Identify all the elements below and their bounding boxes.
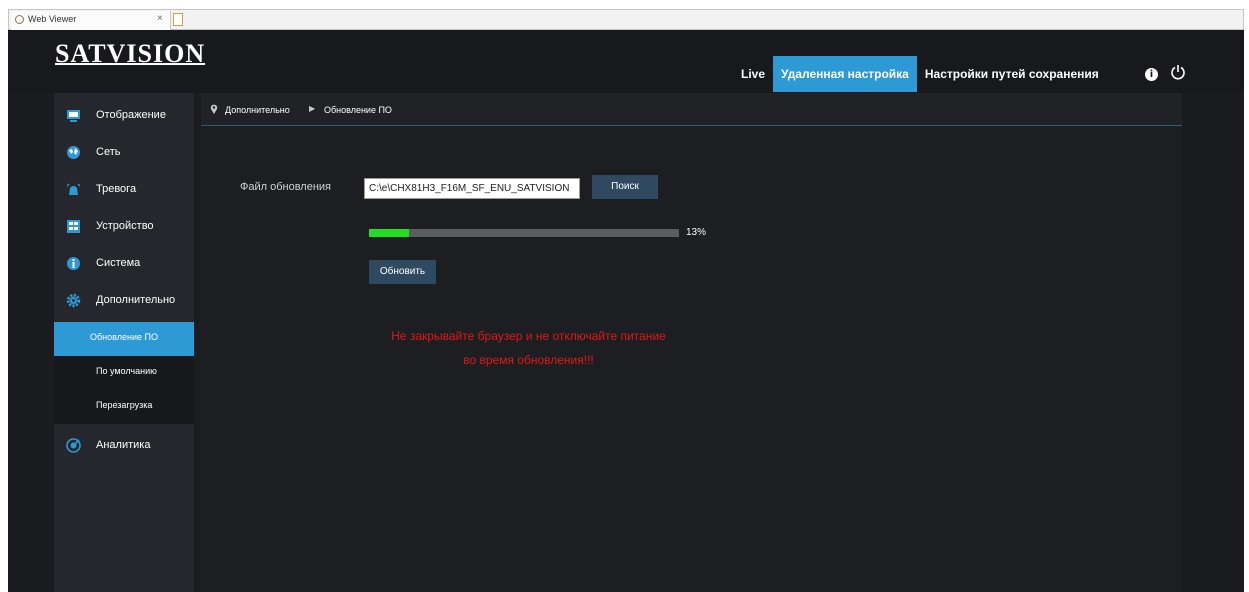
browser-tab-strip: Web Viewer × bbox=[8, 9, 1244, 30]
sidebar-subitem-default[interactable]: По умолчанию bbox=[54, 356, 194, 390]
sidebar-item-label: Сеть bbox=[96, 146, 121, 158]
device-icon bbox=[67, 220, 80, 233]
sidebar-item-display[interactable]: Отображение bbox=[54, 98, 194, 134]
web-viewer-app: SATVISION Live Удаленная настройка Настр… bbox=[8, 30, 1244, 592]
info-icon[interactable]: i bbox=[1145, 68, 1158, 81]
nav-remote-settings[interactable]: Удаленная настройка bbox=[773, 56, 917, 92]
sidebar-subitem-upgrade[interactable]: Обновление ПО bbox=[54, 322, 194, 356]
sidebar-item-device[interactable]: Устройство bbox=[54, 209, 194, 245]
browser-tab[interactable]: Web Viewer × bbox=[11, 11, 171, 30]
sidebar-item-label: Аналитика bbox=[96, 439, 151, 451]
sidebar-item-network[interactable]: Сеть bbox=[54, 135, 194, 171]
sidebar-item-label: Система bbox=[96, 257, 141, 269]
file-label: Файл обновления bbox=[240, 181, 332, 193]
gear-icon bbox=[66, 293, 81, 308]
upgrade-warning-line2: во время обновления!!! bbox=[463, 353, 594, 367]
main-content: Дополнительно ▶ Обновление ПО Файл обнов… bbox=[201, 93, 1182, 592]
sidebar-item-label: Тревога bbox=[96, 183, 137, 195]
top-header: SATVISION Live Удаленная настройка Настр… bbox=[8, 30, 1244, 93]
alarm-bell-icon bbox=[66, 183, 81, 195]
browse-button[interactable]: Поиск bbox=[592, 175, 658, 199]
breadcrumb-parent[interactable]: Дополнительно bbox=[225, 105, 290, 115]
sidebar-item-analytics[interactable]: Аналитика bbox=[54, 428, 194, 464]
breadcrumb: Дополнительно ▶ Обновление ПО bbox=[201, 93, 1182, 126]
file-path-input[interactable] bbox=[364, 178, 580, 199]
new-tab-icon[interactable] bbox=[173, 13, 183, 26]
upgrade-warning-line1: Не закрывайте браузер и не отключайте пи… bbox=[391, 329, 666, 343]
main-nav: Live Удаленная настройка Настройки путей… bbox=[733, 56, 1107, 92]
sidebar-subitem-reboot[interactable]: Перезагрузка bbox=[54, 390, 194, 424]
power-icon[interactable] bbox=[1170, 64, 1186, 80]
breadcrumb-current: Обновление ПО bbox=[324, 105, 392, 115]
analytics-icon bbox=[66, 438, 81, 453]
nav-live[interactable]: Live bbox=[733, 56, 773, 92]
tab-title: Web Viewer bbox=[28, 14, 77, 24]
sidebar: Отображение Сеть Тревога Устройство Сист… bbox=[54, 93, 194, 592]
location-pin-icon bbox=[210, 104, 218, 114]
update-button[interactable]: Обновить bbox=[369, 260, 436, 284]
tab-favicon-icon bbox=[15, 15, 24, 24]
info-circle-icon bbox=[67, 257, 80, 270]
monitor-icon bbox=[67, 110, 80, 122]
sidebar-item-advanced[interactable]: Дополнительно bbox=[54, 283, 194, 319]
upgrade-progress-fill bbox=[369, 229, 410, 237]
sidebar-item-label: Дополнительно bbox=[96, 294, 176, 306]
upgrade-progress-bar bbox=[369, 229, 679, 237]
globe-icon bbox=[67, 146, 80, 159]
nav-save-paths[interactable]: Настройки путей сохранения bbox=[917, 56, 1107, 92]
sidebar-subitem-label: Обновление ПО bbox=[90, 332, 158, 342]
upgrade-warning: Не закрывайте браузер и не отключайте пи… bbox=[361, 324, 696, 372]
upgrade-progress-text: 13% bbox=[686, 227, 707, 238]
brand-logo: SATVISION bbox=[55, 39, 206, 68]
sidebar-item-alarm[interactable]: Тревога bbox=[54, 172, 194, 208]
breadcrumb-arrow-icon: ▶ bbox=[309, 104, 316, 113]
sidebar-item-label: Устройство bbox=[96, 220, 154, 232]
sidebar-item-label: Отображение bbox=[96, 109, 166, 121]
sidebar-item-system[interactable]: Система bbox=[54, 246, 194, 282]
tab-close-icon[interactable]: × bbox=[157, 13, 163, 24]
